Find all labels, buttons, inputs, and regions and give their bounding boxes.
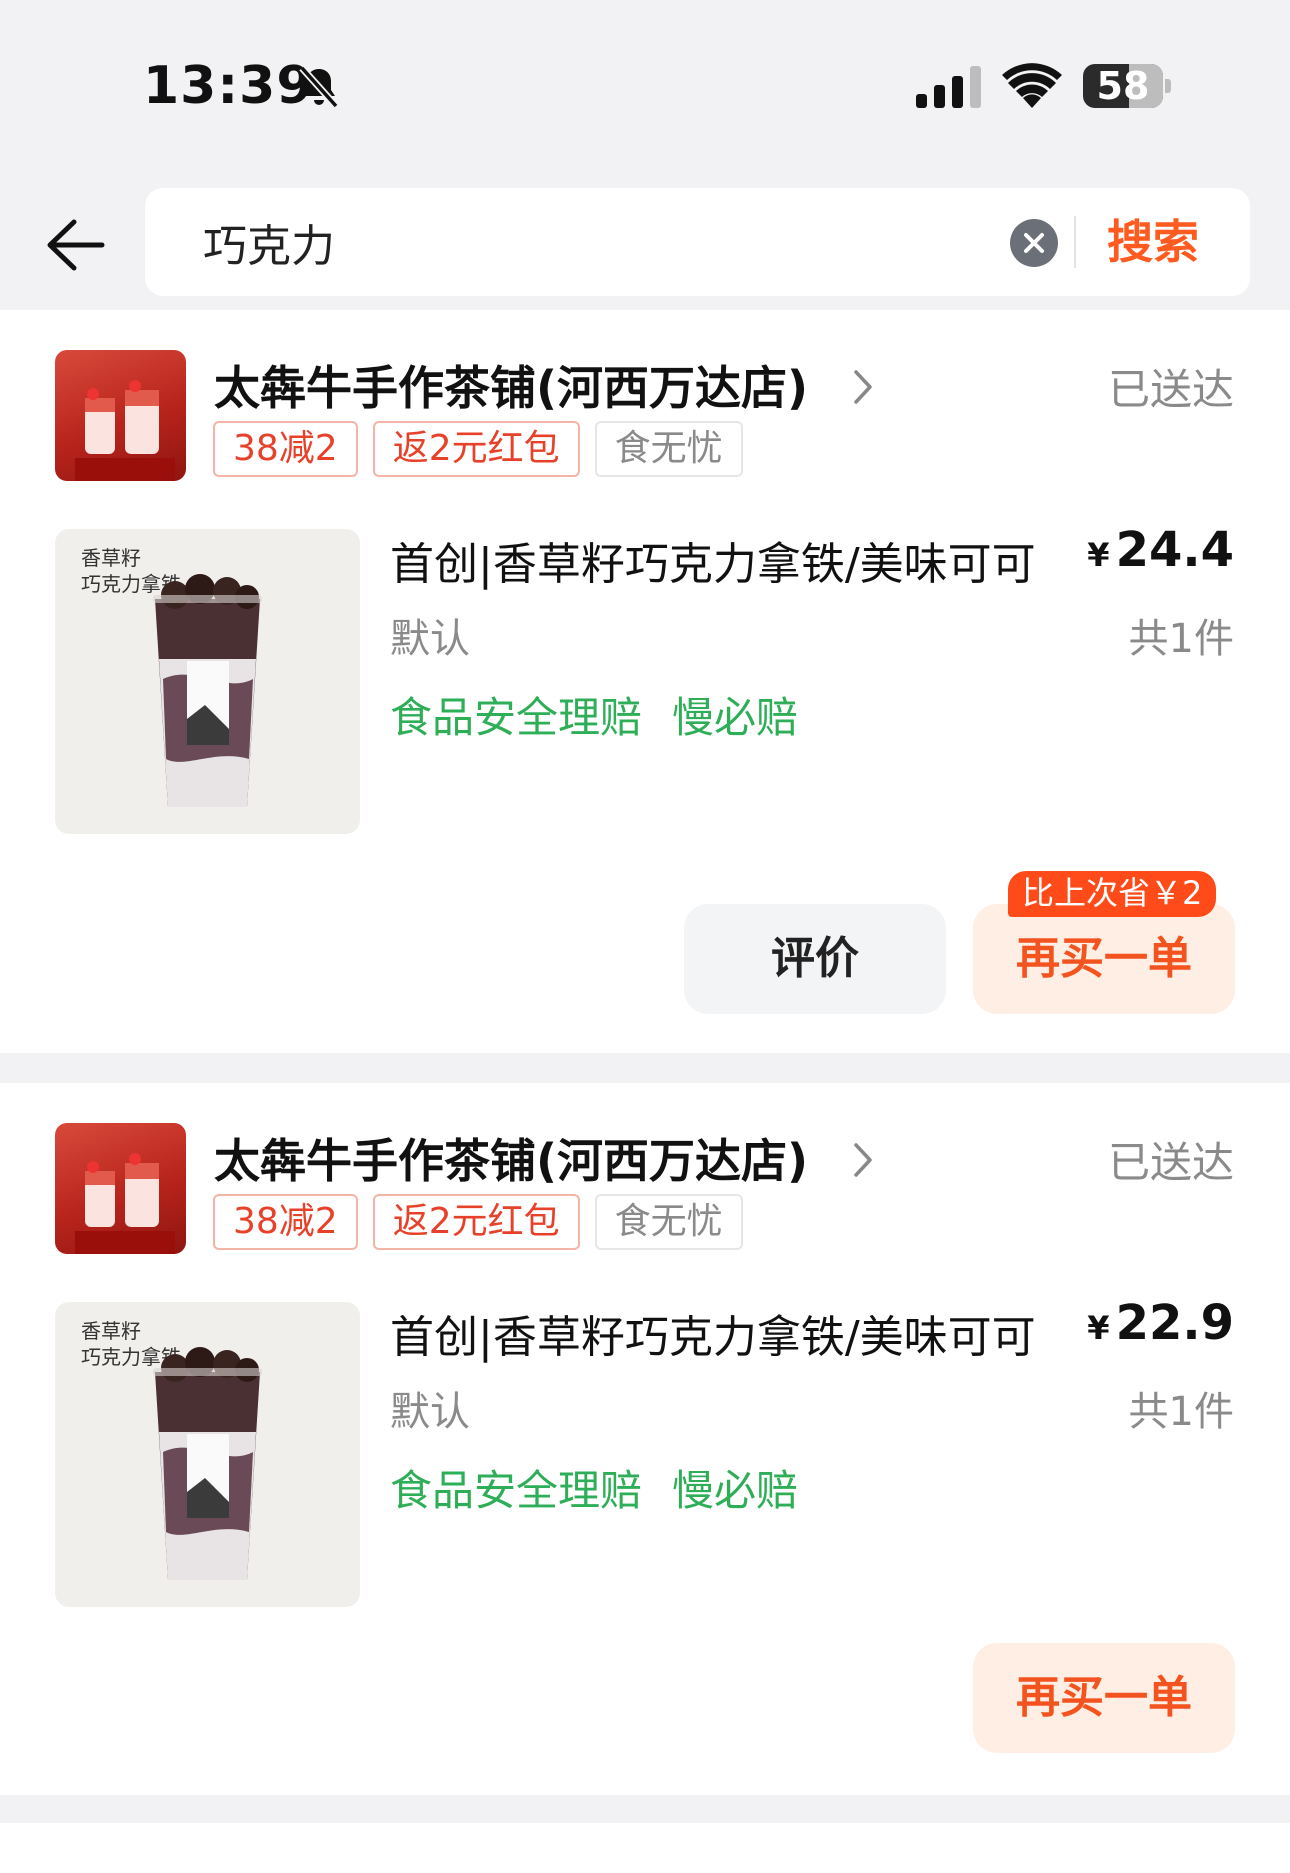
product-title[interactable]: 首创|香草籽巧克力拿铁/美味可可: [390, 528, 1036, 592]
search-divider: [1074, 216, 1076, 268]
product-price: ¥22.9: [1087, 1295, 1234, 1351]
search-button[interactable]: 搜索: [1107, 210, 1233, 274]
signal-icon: [916, 66, 981, 108]
bell-slash-icon: [299, 65, 339, 109]
guarantee-tag: 慢必赔: [672, 1466, 799, 1515]
product-quantity: 共1件: [1128, 616, 1234, 662]
product-title[interactable]: 首创|香草籽巧克力拿铁/美味可可: [390, 1301, 1036, 1365]
order-card[interactable]: 太犇牛手作茶铺(河西万达店) 已送达 38减2 返2元红包 食无忧 香草籽 巧克力…: [0, 310, 1290, 1053]
order-card[interactable]: 太犇牛手作茶铺(河西万达店) 已送达 38减2 返2元红包 食无忧 香草籽 巧克力…: [0, 1083, 1290, 1795]
review-button[interactable]: 评价: [684, 904, 946, 1014]
promo-tag: 38减2: [213, 421, 358, 477]
promo-tag: 38减2: [213, 1194, 358, 1250]
order-status: 已送达: [1107, 1138, 1234, 1187]
product-image[interactable]: 香草籽 巧克力拿铁: [55, 1302, 360, 1607]
service-tag: 食无忧: [594, 1194, 743, 1250]
guarantee-tag: 食品安全理赔: [390, 693, 643, 742]
search-bar: 搜索: [145, 188, 1250, 296]
search-input[interactable]: [203, 212, 963, 272]
promo-tags: 38减2 返2元红包 食无忧: [213, 1194, 743, 1250]
guarantee-tag: 食品安全理赔: [390, 1466, 643, 1515]
promo-tag: 返2元红包: [372, 1194, 580, 1250]
service-tag: 食无忧: [594, 421, 743, 477]
rebuy-button[interactable]: 再买一单: [973, 904, 1235, 1014]
clear-icon[interactable]: [1009, 218, 1059, 268]
back-arrow-icon[interactable]: [44, 218, 106, 272]
product-image[interactable]: 香草籽 巧克力拿铁: [55, 529, 360, 834]
saving-badge: 比上次省￥2: [1008, 871, 1217, 917]
order-card-partial: [0, 1823, 1290, 1873]
product-variant: 默认: [390, 1389, 470, 1435]
store-logo: [55, 1123, 186, 1254]
order-status: 已送达: [1107, 365, 1234, 414]
promo-tags: 38减2 返2元红包 食无忧: [213, 421, 743, 477]
product-price: ¥24.4: [1087, 522, 1234, 578]
guarantee-tags: 食品安全理赔 慢必赔: [390, 684, 798, 745]
status-time: 13:39: [143, 56, 314, 116]
guarantee-tags: 食品安全理赔 慢必赔: [390, 1457, 798, 1518]
chevron-right-icon[interactable]: [850, 366, 876, 408]
battery-percent: 58: [1096, 64, 1150, 108]
store-name[interactable]: 太犇牛手作茶铺(河西万达店): [214, 1125, 808, 1191]
rebuy-button[interactable]: 再买一单: [973, 1643, 1235, 1753]
wifi-icon: [1002, 63, 1062, 108]
guarantee-tag: 慢必赔: [672, 693, 799, 742]
product-variant: 默认: [390, 616, 470, 662]
store-name[interactable]: 太犇牛手作茶铺(河西万达店): [214, 352, 808, 418]
promo-tag: 返2元红包: [372, 421, 580, 477]
status-bar: 13:39 58: [0, 0, 1290, 180]
battery-icon: 58: [1083, 64, 1171, 108]
chevron-right-icon[interactable]: [850, 1139, 876, 1181]
store-logo: [55, 350, 186, 481]
product-quantity: 共1件: [1128, 1389, 1234, 1435]
